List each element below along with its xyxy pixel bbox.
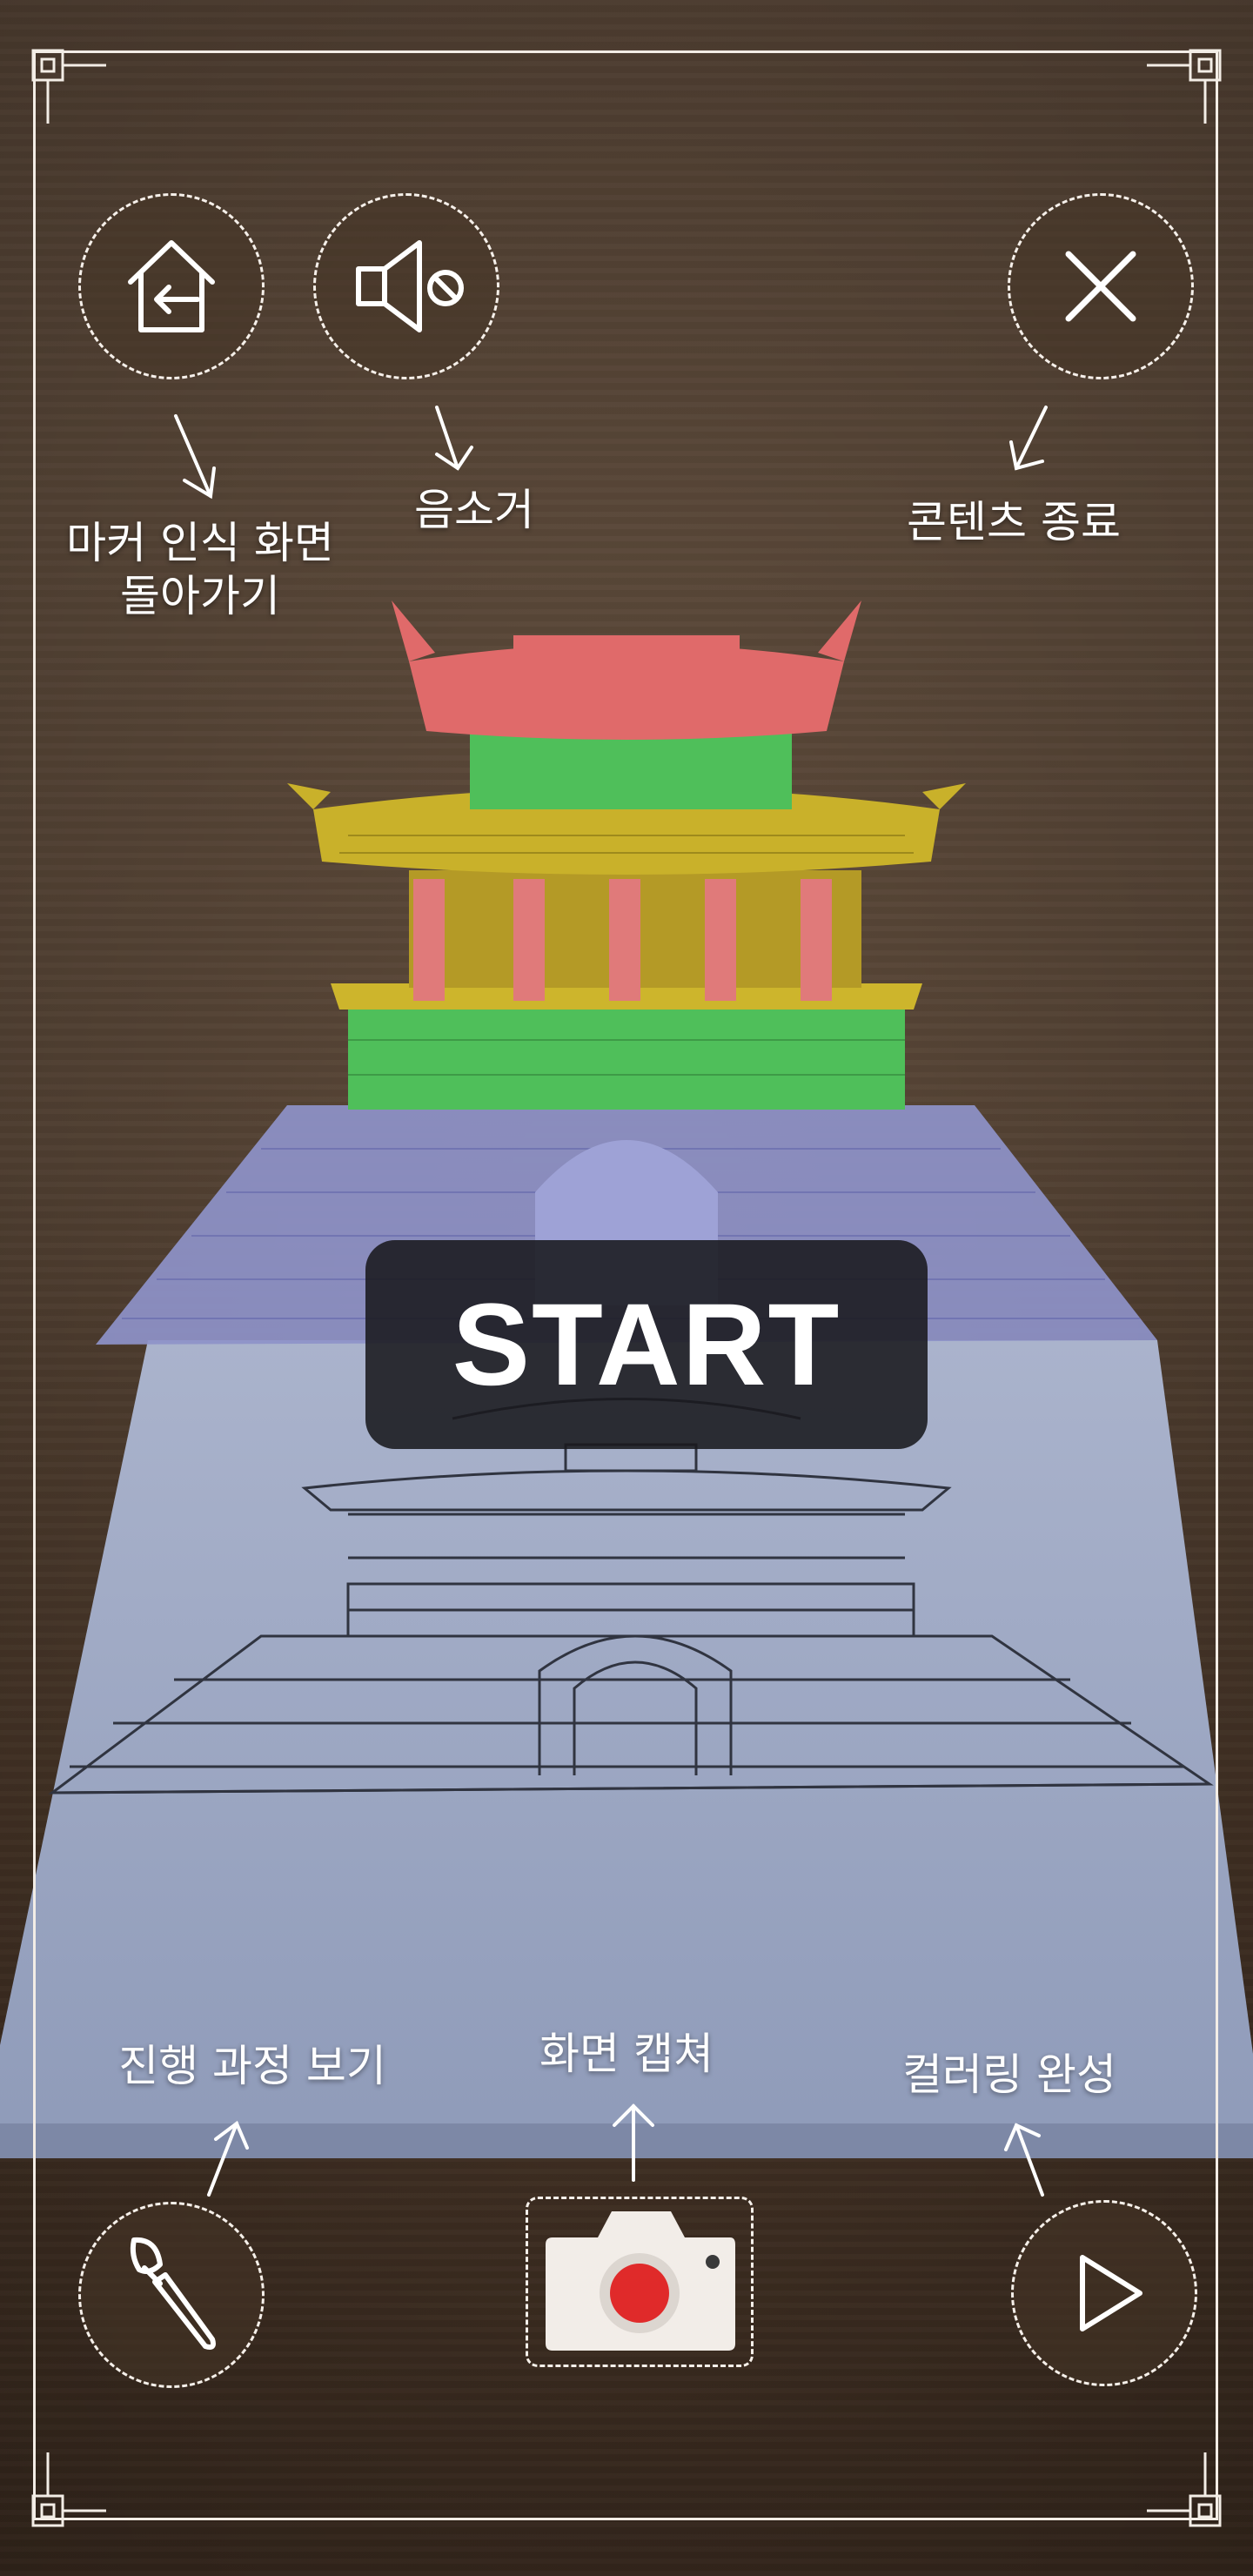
capture-arrow xyxy=(613,2103,654,2182)
progress-button[interactable] xyxy=(78,2202,265,2388)
camera-icon xyxy=(546,2211,735,2351)
home-label: 마커 인식 화면 돌아가기 xyxy=(66,518,334,621)
corner-ornament-bottom-left xyxy=(31,2452,106,2527)
home-button[interactable] xyxy=(78,193,265,379)
record-dot-icon xyxy=(610,2264,669,2323)
paintbrush-icon xyxy=(130,2237,216,2350)
corner-ornament-top-right xyxy=(1147,49,1222,124)
start-button-label: START xyxy=(452,1279,841,1410)
capture-label: 화면 캡쳐 xyxy=(539,2029,714,2079)
close-label: 콘텐츠 종료 xyxy=(907,497,1121,547)
start-button[interactable]: START xyxy=(365,1240,928,1449)
progress-label: 진행 과정 보기 xyxy=(118,2041,386,2091)
corner-ornament-bottom-right xyxy=(1147,2452,1222,2527)
complete-button[interactable] xyxy=(1011,2200,1197,2386)
mute-arrow xyxy=(435,406,473,471)
close-button[interactable] xyxy=(1008,193,1194,379)
capture-button[interactable] xyxy=(526,2197,754,2367)
close-icon xyxy=(1065,251,1136,322)
play-icon xyxy=(1080,2255,1142,2331)
corner-ornament-top-left xyxy=(31,49,106,124)
speaker-mute-icon xyxy=(356,240,464,332)
complete-arrow xyxy=(1004,2123,1044,2197)
mute-button[interactable] xyxy=(313,193,499,379)
complete-label: 컬러링 완성 xyxy=(902,2049,1116,2100)
progress-arrow xyxy=(207,2120,249,2197)
home-return-icon xyxy=(128,240,215,332)
home-arrow xyxy=(174,414,216,500)
close-arrow xyxy=(1009,406,1048,471)
mute-label: 음소거 xyxy=(414,485,534,535)
